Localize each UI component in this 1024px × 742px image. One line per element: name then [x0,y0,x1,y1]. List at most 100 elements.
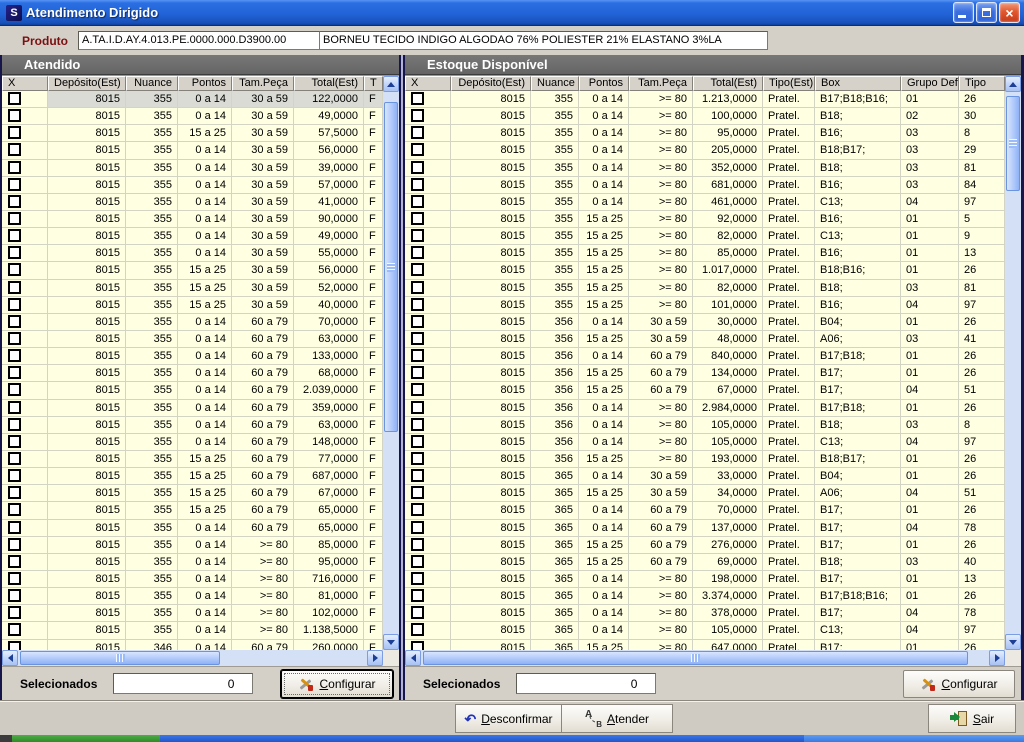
row-checkbox[interactable] [8,418,21,431]
table-row[interactable]: 801535515 a 2530 a 5940,0000F [2,297,383,314]
row-checkbox[interactable] [411,281,424,294]
row-checkbox[interactable] [8,349,21,362]
row-checkbox[interactable] [411,418,424,431]
table-row[interactable]: 801535515 a 2530 a 5956,0000F [2,262,383,279]
table-row[interactable]: 80153550 a 1430 a 5956,0000F [2,142,383,159]
atendido-configurar-button[interactable]: Configurar [281,670,393,698]
estoque-vertical-scrollbar[interactable] [1005,76,1021,650]
table-row[interactable]: 80153560 a 14>= 802.984,0000Pratel.B17;B… [405,400,1005,417]
table-row[interactable]: 80153550 a 1460 a 7963,0000F [2,331,383,348]
row-checkbox[interactable] [8,401,21,414]
table-row[interactable]: 80153550 a 14>= 80205,0000Pratel.B18;B17… [405,142,1005,159]
table-row[interactable]: 801535615 a 2530 a 5948,0000Pratel.A06;0… [405,331,1005,348]
table-row[interactable]: 80153550 a 1460 a 79133,0000F [2,348,383,365]
row-checkbox[interactable] [411,589,424,602]
row-checkbox[interactable] [411,538,424,551]
table-row[interactable]: 801535515 a 25>= 801.017,0000Pratel.B18;… [405,262,1005,279]
table-row[interactable]: 80153550 a 1430 a 5955,0000F [2,245,383,262]
row-checkbox[interactable] [8,641,21,651]
table-row[interactable]: 80153550 a 14>= 80681,0000Pratel.B16;038… [405,177,1005,194]
table-row[interactable]: 801535515 a 2530 a 5952,0000F [2,280,383,297]
table-row[interactable]: 80153560 a 14>= 80105,0000Pratel.C13;049… [405,434,1005,451]
atendido-selecionados-input[interactable] [113,673,253,694]
table-row[interactable]: 80153550 a 14>= 8095,0000F [2,554,383,571]
table-row[interactable]: 80153560 a 1460 a 79840,0000Pratel.B17;B… [405,348,1005,365]
table-row[interactable]: 80153550 a 1430 a 5941,0000F [2,194,383,211]
row-checkbox[interactable] [411,246,424,259]
table-row[interactable]: 80153550 a 14>= 8081,0000F [2,588,383,605]
table-row[interactable]: 801535615 a 2560 a 79134,0000Pratel.B17;… [405,365,1005,382]
column-header[interactable]: Depósito(Est) [48,76,126,91]
table-row[interactable]: 801535515 a 25>= 8082,0000Pratel.C13;019 [405,228,1005,245]
table-row[interactable]: 80153550 a 1460 a 7965,0000F [2,520,383,537]
table-row[interactable]: 801536515 a 2560 a 79276,0000Pratel.B17;… [405,537,1005,554]
scroll-down-button[interactable] [383,634,399,650]
table-row[interactable]: 80153550 a 14>= 80100,0000Pratel.B18;023… [405,108,1005,125]
row-checkbox[interactable] [8,435,21,448]
row-checkbox[interactable] [8,332,21,345]
row-checkbox[interactable] [411,229,424,242]
row-checkbox[interactable] [411,161,424,174]
row-checkbox[interactable] [411,401,424,414]
row-checkbox[interactable] [411,555,424,568]
row-checkbox[interactable] [8,161,21,174]
table-row[interactable]: 80153650 a 14>= 80378,0000Pratel.B17;047… [405,605,1005,622]
estoque-selecionados-input[interactable] [516,673,656,694]
column-header[interactable]: Depósito(Est) [451,76,531,91]
row-checkbox[interactable] [8,143,21,156]
row-checkbox[interactable] [8,623,21,636]
row-checkbox[interactable] [411,452,424,465]
row-checkbox[interactable] [8,538,21,551]
scroll-left-button[interactable] [2,650,18,666]
row-checkbox[interactable] [8,366,21,379]
row-checkbox[interactable] [411,623,424,636]
row-checkbox[interactable] [8,315,21,328]
row-checkbox[interactable] [411,486,424,499]
table-row[interactable]: 80153550 a 1460 a 79148,0000F [2,434,383,451]
table-row[interactable]: 801536515 a 2530 a 5934,0000Pratel.A06;0… [405,485,1005,502]
table-row[interactable]: 80153550 a 14>= 80352,0000Pratel.B18;038… [405,160,1005,177]
column-header[interactable]: Tipo(Est) [763,76,815,91]
atendido-horizontal-scrollbar[interactable] [2,650,383,666]
row-checkbox[interactable] [8,178,21,191]
restore-button[interactable] [976,2,997,23]
table-row[interactable]: 80153550 a 14>= 80716,0000F [2,571,383,588]
row-checkbox[interactable] [411,332,424,345]
desconfirmar-button[interactable]: ↶ Desconfirmar [455,704,562,733]
row-checkbox[interactable] [8,246,21,259]
row-checkbox[interactable] [411,109,424,122]
table-row[interactable]: 80153550 a 14>= 8085,0000F [2,537,383,554]
row-checkbox[interactable] [411,435,424,448]
close-button[interactable]: × [999,2,1020,23]
row-checkbox[interactable] [411,349,424,362]
scrollbar-thumb[interactable] [1006,96,1020,191]
table-row[interactable]: 801535515 a 2560 a 7967,0000F [2,485,383,502]
row-checkbox[interactable] [8,195,21,208]
table-row[interactable]: 801535515 a 25>= 80101,0000Pratel.B16;04… [405,297,1005,314]
row-checkbox[interactable] [411,143,424,156]
table-row[interactable]: 80153550 a 1460 a 7970,0000F [2,314,383,331]
scroll-up-button[interactable] [1005,76,1021,92]
table-row[interactable]: 80153550 a 1430 a 59122,0000F [2,91,383,108]
row-checkbox[interactable] [8,263,21,276]
row-checkbox[interactable] [8,486,21,499]
table-row[interactable]: 801536515 a 2560 a 7969,0000Pratel.B18;0… [405,554,1005,571]
scrollbar-thumb[interactable] [423,651,968,665]
row-checkbox[interactable] [8,212,21,225]
row-checkbox[interactable] [411,92,424,105]
scroll-right-button[interactable] [989,650,1005,666]
table-row[interactable]: 80153550 a 1430 a 5949,0000F [2,228,383,245]
row-checkbox[interactable] [8,606,21,619]
column-header[interactable]: Pontos [579,76,629,91]
table-row[interactable]: 80153550 a 14>= 801.213,0000Pratel.B17;B… [405,91,1005,108]
row-checkbox[interactable] [8,298,21,311]
table-row[interactable]: 801535515 a 25>= 8085,0000Pratel.B16;011… [405,245,1005,262]
row-checkbox[interactable] [411,298,424,311]
row-checkbox[interactable] [411,383,424,396]
start-button-sliver[interactable] [12,735,160,742]
column-header[interactable]: X [2,76,48,91]
table-row[interactable]: 80153550 a 1460 a 7968,0000F [2,365,383,382]
row-checkbox[interactable] [8,281,21,294]
table-row[interactable]: 80153650 a 1460 a 79137,0000Pratel.B17;0… [405,520,1005,537]
table-row[interactable]: 801535515 a 2560 a 7965,0000F [2,502,383,519]
